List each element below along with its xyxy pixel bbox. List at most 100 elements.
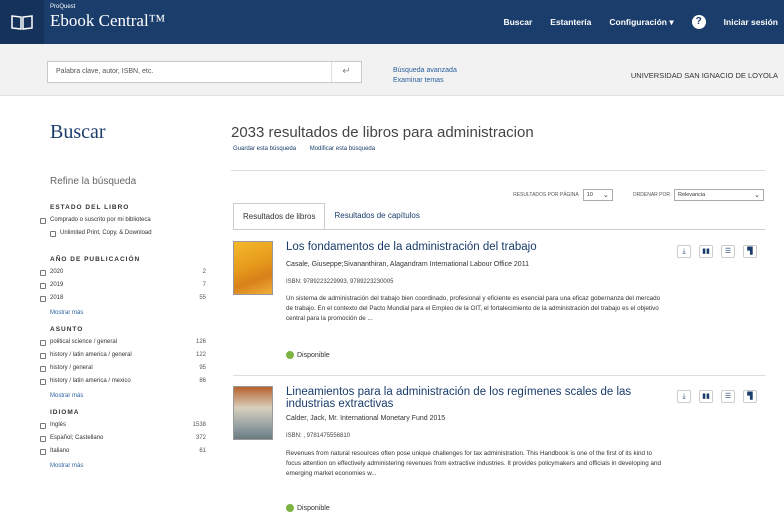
facet-label: political science / general <box>50 339 118 345</box>
result-description: Un sistema de administración del trabajo… <box>286 295 661 322</box>
show-more-link[interactable]: Mostrar más <box>50 463 216 469</box>
facet-count: 55 <box>199 295 206 301</box>
facet-label: Italiano <box>50 448 70 454</box>
results-summary: 2033 resultados de libros para administr… <box>231 124 534 141</box>
checkbox[interactable] <box>40 353 46 359</box>
result-title[interactable]: Los fondamentos de la administración del… <box>286 241 646 253</box>
advanced-search-link[interactable]: Búsqueda avanzada <box>393 66 457 76</box>
result-authors: Casale, Giuseppe;Sivananthiran, Alagandr… <box>286 261 529 268</box>
availability-label: Disponible <box>297 504 330 512</box>
divider <box>233 375 765 376</box>
facet-label: history / latin america / mexico <box>50 378 131 384</box>
help-icon[interactable]: ? <box>691 15 706 29</box>
availability-status: Disponible <box>286 504 330 512</box>
available-dot-icon <box>286 351 294 359</box>
nav-configuracion[interactable]: Configuración ▾ <box>609 17 673 28</box>
facet-count: 61 <box>199 448 206 454</box>
book-logo-icon[interactable] <box>0 0 44 44</box>
facet-item[interactable]: Italiano 61 <box>40 447 216 460</box>
search-input[interactable]: Palabra clave, autor, ISBN, etc. ↵ <box>47 61 362 83</box>
checkbox[interactable] <box>40 379 46 385</box>
sort-label: ORDENAR POR <box>632 192 670 198</box>
facet-item[interactable]: political science / general 126 <box>40 338 216 351</box>
facet-count: 372 <box>195 435 206 441</box>
facet-item[interactable]: 2020 2 <box>40 268 216 281</box>
facet-label: Inglés <box>50 422 67 428</box>
save-search-link[interactable]: Guardar esta búsqueda <box>233 146 296 152</box>
checkbox[interactable] <box>40 283 46 289</box>
result-authors: Calder, Jack, Mr. International Monetary… <box>286 415 446 422</box>
tab-chapter-results[interactable]: Resultados de capítulos <box>325 203 428 230</box>
result-isbn: ISBN: , 9781475556810 <box>286 433 351 439</box>
results-text: resultados de libros para administracion <box>268 124 534 141</box>
nav-buscar[interactable]: Buscar <box>503 17 532 27</box>
facet-title-estado: ESTADO DEL LIBRO <box>50 204 130 211</box>
results-tabs: Resultados de libros Resultados de capít… <box>233 203 429 230</box>
bookmark-icon[interactable]: ▜ <box>743 245 757 258</box>
facet-count: 86 <box>199 378 206 384</box>
list-icon[interactable]: ☰ <box>721 245 735 258</box>
facet-item[interactable]: Inglés 1538 <box>40 421 216 434</box>
facet-title-anio: AÑO DE PUBLICACIÓN <box>50 256 141 263</box>
enter-icon[interactable]: ↵ <box>331 62 361 82</box>
facet-count: 122 <box>195 352 206 358</box>
top-navigation-bar: ProQuest Ebook Central™ Buscar Estanterí… <box>0 0 784 44</box>
checkbox[interactable] <box>40 366 46 372</box>
tab-book-results[interactable]: Resultados de libros <box>233 203 326 230</box>
tab-divider <box>233 229 765 230</box>
availability-status: Disponible <box>286 351 330 359</box>
download-icon[interactable]: ⤓ <box>677 390 691 403</box>
facet-sidebar: ESTADO DEL LIBRO Comprado o suscrito por… <box>40 204 216 479</box>
divider <box>231 170 765 171</box>
checkbox[interactable] <box>40 436 46 442</box>
show-more-link[interactable]: Mostrar más <box>50 310 216 316</box>
checkbox[interactable] <box>40 340 46 346</box>
facet-label: Unlimited Print, Copy, & Download <box>60 230 152 236</box>
institution-name: UNIVERSIDAD SAN IGNACIO DE LOYOLA <box>630 71 778 80</box>
facet-item[interactable]: history / latin america / mexico 86 <box>40 377 216 390</box>
checkbox[interactable] <box>50 231 56 237</box>
nav-configuracion-label: Configuración <box>609 16 667 27</box>
download-icon[interactable]: ⤓ <box>677 245 691 258</box>
page-heading: Buscar <box>50 121 106 143</box>
facet-item[interactable]: Unlimited Print, Copy, & Download <box>40 229 216 242</box>
result-title[interactable]: Lineamientos para la administración de l… <box>286 386 646 410</box>
search-placeholder: Palabra clave, autor, ISBN, etc. <box>56 68 154 75</box>
per-page-select[interactable]: 10 ⌄ <box>582 189 613 201</box>
checkbox[interactable] <box>40 218 46 224</box>
facet-count: 95 <box>199 365 206 371</box>
nav-iniciar-sesion[interactable]: Iniciar sesión <box>724 17 778 27</box>
read-icon[interactable]: ▮▮ <box>699 245 713 258</box>
brand-logo[interactable]: ProQuest Ebook Central™ <box>50 4 165 31</box>
book-cover-image[interactable] <box>233 386 273 440</box>
book-cover-image[interactable] <box>233 241 273 295</box>
facet-label: history / general <box>50 365 93 371</box>
browse-subjects-link[interactable]: Examinar temas <box>393 76 457 86</box>
facet-label: 2018 <box>50 295 64 301</box>
facet-item[interactable]: history / latin america / general 122 <box>40 351 216 364</box>
checkbox[interactable] <box>40 296 46 302</box>
modify-search-link[interactable]: Modificar esta búsqueda <box>310 146 375 152</box>
facet-item[interactable]: Comprado o suscrito por mi biblioteca <box>40 216 216 229</box>
bookmark-icon[interactable]: ▜ <box>743 390 757 403</box>
list-icon[interactable]: ☰ <box>721 390 735 403</box>
available-dot-icon <box>286 504 294 512</box>
result-description: Revenues from natural resources often po… <box>286 450 661 477</box>
sort-value: Relevancia <box>678 192 706 198</box>
facet-label: 2019 <box>50 282 64 288</box>
checkbox[interactable] <box>40 423 46 429</box>
nav-estanteria[interactable]: Estantería <box>550 17 591 27</box>
checkbox[interactable] <box>40 449 46 455</box>
show-more-link[interactable]: Mostrar más <box>50 393 216 399</box>
facet-item[interactable]: history / general 95 <box>40 364 216 377</box>
result-item: Lineamientos para la administración de l… <box>233 386 765 516</box>
read-icon[interactable]: ▮▮ <box>699 390 713 403</box>
top-nav: Buscar Estantería Configuración ▾ ? Inic… <box>503 0 778 44</box>
sort-select[interactable]: Relevancia ⌄ <box>674 189 764 201</box>
facet-item[interactable]: Español; Castellano 372 <box>40 434 216 447</box>
facet-item[interactable]: 2019 7 <box>40 281 216 294</box>
search-actions: Guardar esta búsqueda Modificar esta bús… <box>233 146 387 152</box>
checkbox[interactable] <box>40 270 46 276</box>
results-controls: RESULTADOS POR PÁGINA 10 ⌄ ORDENAR POR Re… <box>513 189 764 201</box>
facet-item[interactable]: 2018 55 <box>40 294 216 307</box>
